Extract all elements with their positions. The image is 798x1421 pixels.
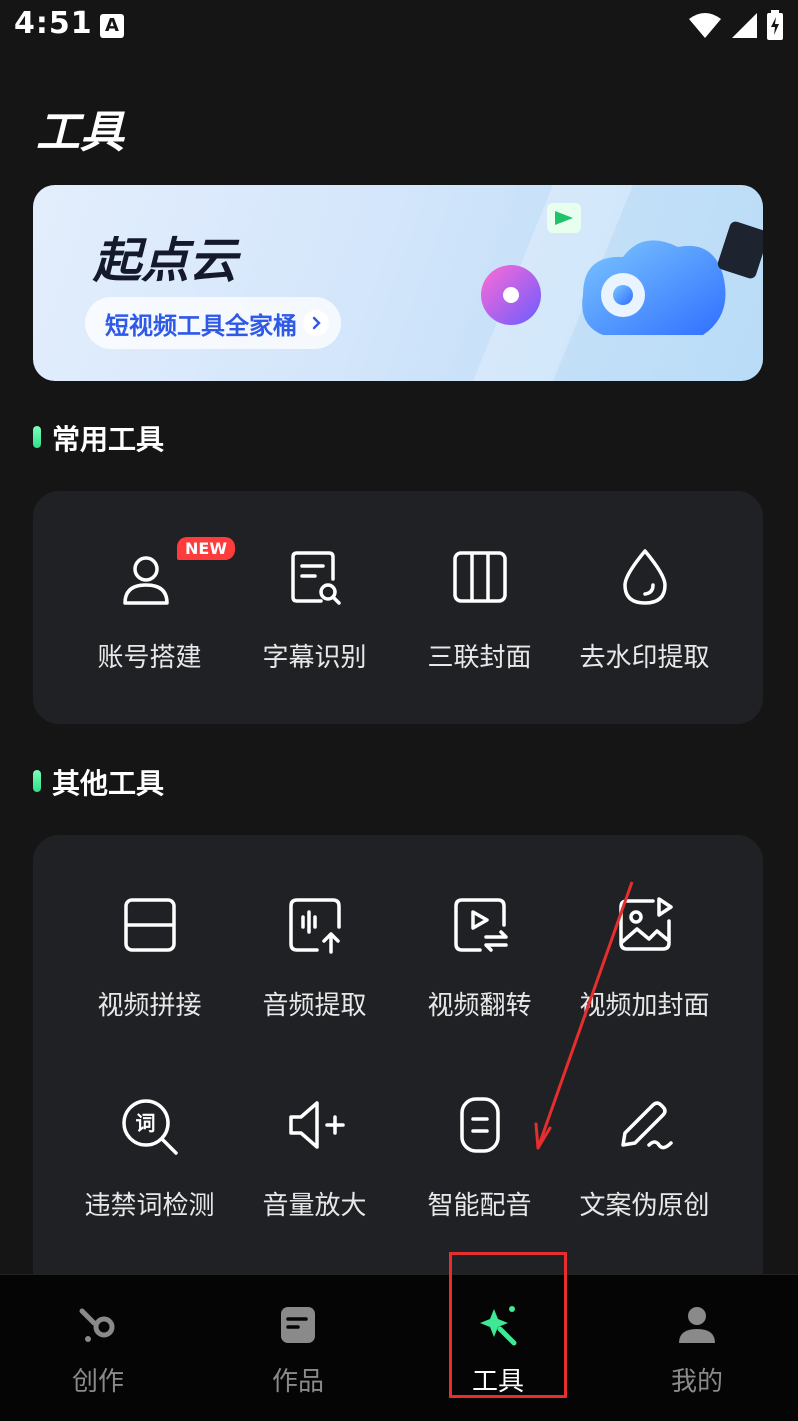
banner-pill-button[interactable]: 短视频工具全家桶 — [85, 297, 341, 349]
annotation-highlight-box — [449, 1252, 567, 1398]
tool-video-merge[interactable]: 视频拼接 — [67, 895, 232, 1022]
section-indicator — [33, 426, 41, 448]
section-title-common: 常用工具 — [52, 423, 165, 456]
nav-profile[interactable]: 我的 — [637, 1303, 757, 1398]
tool-label: 音频提取 — [262, 991, 367, 1021]
tool-account-setup[interactable]: NEW 账号搭建 — [67, 537, 235, 674]
tool-label: 三联封面 — [427, 643, 532, 673]
annotation-arrow — [534, 881, 634, 1150]
wifi-icon — [689, 13, 721, 38]
tool-triple-cover[interactable]: 三联封面 — [397, 547, 562, 674]
nav-label: 创作 — [71, 1367, 124, 1397]
common-tools-card: NEW 账号搭建 字幕识别 三联封面 去水印提取 — [33, 491, 763, 724]
status-icons — [688, 10, 784, 40]
tool-audio-extract[interactable]: 音频提取 — [232, 895, 397, 1022]
split-frame-icon — [123, 898, 176, 952]
promo-banner[interactable]: 起点云 短视频工具全家桶 — [33, 185, 763, 381]
tool-label: 视频拼接 — [97, 991, 202, 1021]
person-icon — [122, 556, 169, 605]
section-indicator — [33, 770, 41, 792]
page-title: 工具 — [36, 107, 124, 158]
tool-volume-boost[interactable]: 音量放大 — [232, 1095, 397, 1222]
audio-upload-icon — [288, 898, 341, 954]
bottom-navigation: 创作 作品 工具 我的 — [0, 1274, 798, 1421]
tool-label: 去水印提取 — [579, 643, 710, 673]
banner-illustration — [473, 185, 763, 381]
voice-icon — [459, 1097, 500, 1153]
section-title-other: 其他工具 — [52, 767, 165, 800]
nav-works[interactable]: 作品 — [238, 1303, 358, 1398]
word-search-glyph: 词 — [135, 1111, 156, 1135]
tool-label: 音量放大 — [262, 1191, 367, 1221]
video-swap-icon — [453, 898, 508, 952]
tool-banned-word-check[interactable]: 词 违禁词检测 — [67, 1095, 232, 1222]
create-icon — [79, 1308, 115, 1342]
tool-label: 字幕识别 — [262, 643, 367, 673]
battery-icon — [767, 10, 783, 40]
profile-icon — [679, 1307, 715, 1343]
banner-pill-label: 短视频工具全家桶 — [105, 311, 297, 340]
new-badge: NEW — [177, 537, 235, 560]
water-drop-icon — [622, 549, 667, 605]
notification-icon: A — [100, 14, 124, 38]
status-bar: 4:51 A — [0, 0, 798, 56]
nav-create[interactable]: 创作 — [38, 1303, 158, 1398]
tool-label: 文案伪原创 — [579, 1191, 710, 1221]
tool-label: 智能配音 — [427, 1191, 532, 1221]
banner-title: 起点云 — [93, 233, 238, 289]
tool-subtitle-recognition[interactable]: 字幕识别 — [232, 547, 397, 674]
works-icon — [281, 1307, 315, 1343]
speaker-plus-icon — [288, 1101, 345, 1149]
tool-label: 违禁词检测 — [84, 1191, 215, 1221]
signal-icon — [732, 13, 757, 38]
nav-label: 我的 — [670, 1367, 723, 1397]
tool-label: 账号搭建 — [97, 643, 202, 673]
status-time: 4:51 — [14, 6, 93, 41]
word-search-icon: 词 — [118, 1095, 182, 1159]
three-columns-icon — [452, 551, 507, 603]
chevron-right-icon — [303, 310, 329, 336]
other-tools-card: 视频拼接 音频提取 视频翻转 视频加封面 词 违禁词检测 音量放大 智能配音 文… — [33, 835, 763, 1315]
document-search-icon — [290, 551, 341, 605]
tool-watermark-remove[interactable]: 去水印提取 — [562, 547, 727, 674]
nav-label: 作品 — [271, 1367, 324, 1397]
